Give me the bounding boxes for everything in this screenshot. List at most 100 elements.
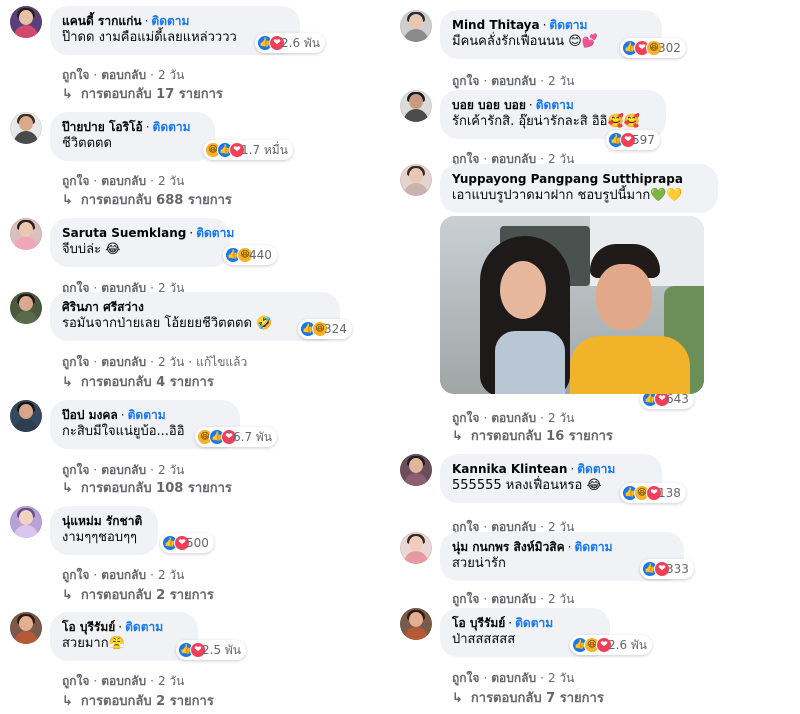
follow-link[interactable]: ติดตาม [536, 98, 574, 112]
avatar[interactable] [400, 90, 432, 122]
commenter-name[interactable]: Kannika Klintean [452, 462, 567, 476]
comment-author-line: ป๊อป มงคล · ติดตาม [62, 407, 228, 423]
like-link[interactable]: ถูกใจ [452, 592, 479, 606]
commenter-name[interactable]: Yuppayong Pangpang Sutthiprapa [452, 172, 683, 186]
commenter-name[interactable]: บอย บอย บอย [452, 98, 526, 112]
reply-link[interactable]: ตอบกลับ [491, 592, 536, 606]
like-link[interactable]: ถูกใจ [62, 463, 89, 477]
like-link[interactable]: ถูกใจ [62, 355, 89, 369]
avatar[interactable] [10, 292, 42, 324]
avatar[interactable] [10, 506, 42, 538]
view-replies-link[interactable]: ↳ การตอบกลับ 16 รายการ [452, 425, 613, 446]
timestamp[interactable]: 2 วัน [158, 355, 184, 369]
reaction-summary[interactable]: 😆 👍 ❤ 1.7 หมื่น [203, 140, 293, 160]
reaction-summary[interactable]: 👍 😆 ❤ 2.6 พัน [570, 635, 653, 655]
follow-link[interactable]: ติดตาม [515, 616, 553, 630]
reaction-summary[interactable]: 👍 😆 ❤ 138 [620, 483, 686, 503]
reaction-count: 302 [658, 41, 681, 55]
reply-link[interactable]: ตอบกลับ [101, 68, 146, 82]
reaction-summary[interactable]: 👍 ❤ 597 [606, 130, 660, 150]
view-replies-link[interactable]: ↳ การตอบกลับ 4 รายการ [62, 371, 214, 392]
follow-link[interactable]: ติดตาม [574, 540, 612, 554]
view-replies-link[interactable]: ↳ การตอบกลับ 2 รายการ [62, 584, 214, 605]
follow-link[interactable]: ติดตาม [153, 120, 191, 134]
reaction-summary[interactable]: 👍 ❤ 500 [160, 533, 214, 553]
reply-link[interactable]: ตอบกลับ [491, 74, 536, 88]
reaction-summary[interactable]: 😆 👍 ❤ 6.7 พัน [195, 427, 278, 447]
timestamp[interactable]: 2 วัน [548, 74, 574, 88]
view-replies-link[interactable]: ↳ การตอบกลับ 7 รายการ [452, 687, 604, 708]
comment-text: จีบบ่ล่ะ 😂 [62, 242, 121, 257]
view-replies-link[interactable]: ↳ การตอบกลับ 17 รายการ [62, 83, 223, 104]
avatar-face [19, 222, 33, 237]
follow-link[interactable]: ติดตาม [577, 462, 615, 476]
commenter-name[interactable]: โอ บุรีรัมย์ [62, 620, 115, 634]
avatar[interactable] [10, 112, 42, 144]
timestamp[interactable]: 2 วัน [548, 592, 574, 606]
commenter-name[interactable]: ป๊ายปาย โอริโอ้ [62, 120, 143, 134]
timestamp[interactable]: 2 วัน [548, 411, 574, 425]
reply-link[interactable]: ตอบกลับ [101, 463, 146, 477]
avatar[interactable] [10, 400, 42, 432]
avatar[interactable] [400, 10, 432, 42]
reaction-summary[interactable]: 👍 ❤ 2.5 พัน [176, 640, 247, 660]
commenter-name[interactable]: ป๊อป มงคล [62, 408, 118, 422]
replies-count-label: การตอบกลับ 2 รายการ [80, 694, 214, 709]
like-link[interactable]: ถูกใจ [62, 174, 89, 188]
timestamp[interactable]: 2 วัน [158, 568, 184, 582]
commenter-name[interactable]: นุ่ม กนกพร สิงห์มิวสิค [452, 540, 565, 554]
view-replies-link[interactable]: ↳ การตอบกลับ 2 รายการ [62, 690, 214, 711]
follow-link[interactable]: ติดตาม [549, 18, 587, 32]
commenter-name[interactable]: นุ่แหม่ม รักชาติ [62, 514, 142, 528]
timestamp[interactable]: 2 วัน [548, 671, 574, 685]
like-link[interactable]: ถูกใจ [452, 411, 479, 425]
attached-photo[interactable] [440, 216, 704, 394]
comment-bubble: ป๊ายปาย โอริโอ้ · ติดตาม ชีวิตตตด [50, 112, 215, 161]
reaction-count: 500 [186, 536, 209, 550]
view-replies-link[interactable]: ↳ การตอบกลับ 108 รายการ [62, 477, 232, 498]
separator-dot: · [93, 68, 98, 82]
avatar[interactable] [10, 6, 42, 38]
reply-link[interactable]: ตอบกลับ [491, 671, 536, 685]
photo-girl-face [500, 261, 546, 319]
reply-link[interactable]: ตอบกลับ [491, 411, 536, 425]
follow-link[interactable]: ติดตาม [196, 226, 234, 240]
timestamp[interactable]: 2 วัน [158, 68, 184, 82]
follow-link[interactable]: ติดตาม [151, 14, 189, 28]
like-link[interactable]: ถูกใจ [452, 74, 479, 88]
reaction-summary[interactable]: 👍 😆 324 [298, 319, 352, 339]
like-link[interactable]: ถูกใจ [62, 568, 89, 582]
separator-dot: · [150, 355, 154, 369]
reaction-summary[interactable]: 👍 ❤ 😆 302 [620, 38, 686, 58]
replies-count-label: การตอบกลับ 2 รายการ [80, 588, 214, 603]
follow-link[interactable]: ติดตาม [125, 620, 163, 634]
reaction-summary[interactable]: 👍 ❤ 2.6 พัน [255, 33, 326, 53]
like-link[interactable]: ถูกใจ [452, 671, 479, 685]
avatar[interactable] [400, 164, 432, 196]
timestamp[interactable]: 2 วัน [158, 174, 184, 188]
commenter-name[interactable]: โอ บุรีรัมย์ [452, 616, 505, 630]
timestamp[interactable]: 2 วัน [158, 463, 184, 477]
avatar[interactable] [400, 608, 432, 640]
comment-text: สวยมาก😤 [62, 636, 125, 651]
commenter-name[interactable]: ศิรินภา ศรีสว่าง [62, 300, 144, 314]
commenter-name[interactable]: Saruta Suemklang [62, 226, 186, 240]
follow-link[interactable]: ติดตาม [128, 408, 166, 422]
reaction-summary[interactable]: 👍 ❤ 333 [640, 559, 694, 579]
avatar[interactable] [400, 454, 432, 486]
reply-link[interactable]: ตอบกลับ [101, 674, 146, 688]
commenter-name[interactable]: แคนดี้ รากแก่น [62, 14, 142, 28]
timestamp[interactable]: 2 วัน [158, 674, 184, 688]
avatar[interactable] [400, 532, 432, 564]
reaction-summary[interactable]: 👍 😆 440 [223, 245, 277, 265]
reply-link[interactable]: ตอบกลับ [101, 355, 146, 369]
view-replies-link[interactable]: ↳ การตอบกลับ 688 รายการ [62, 189, 232, 210]
avatar-shoulders [14, 237, 38, 250]
like-link[interactable]: ถูกใจ [62, 674, 89, 688]
avatar[interactable] [10, 612, 42, 644]
reply-link[interactable]: ตอบกลับ [101, 174, 146, 188]
commenter-name[interactable]: Mind Thitaya [452, 18, 540, 32]
like-link[interactable]: ถูกใจ [62, 68, 89, 82]
avatar[interactable] [10, 218, 42, 250]
reply-link[interactable]: ตอบกลับ [101, 568, 146, 582]
